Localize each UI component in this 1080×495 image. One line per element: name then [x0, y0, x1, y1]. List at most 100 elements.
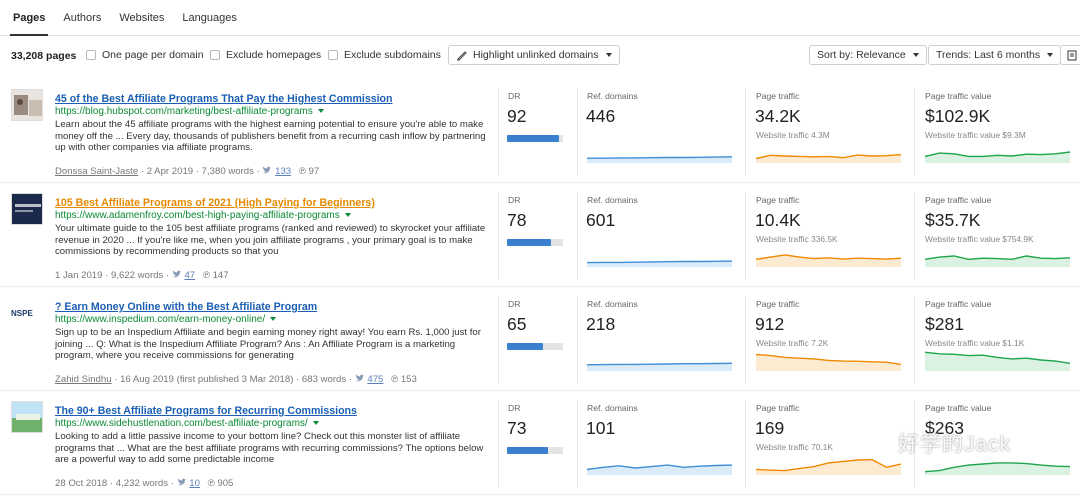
- ref-domains-value[interactable]: 101: [586, 418, 615, 439]
- tweets-count[interactable]: 475: [367, 374, 383, 385]
- meta-text: · 2 Apr 2019 · 7,380 words ·: [138, 166, 263, 177]
- page-traffic-value[interactable]: 912: [755, 314, 784, 335]
- checkbox-box[interactable]: [328, 50, 338, 60]
- page-traffic-value-sparkline: [924, 351, 1071, 371]
- column-divider: [498, 401, 499, 487]
- column-divider: [745, 89, 746, 175]
- exclude-homepages-checkbox[interactable]: Exclude homepages: [210, 49, 321, 61]
- result-url-text[interactable]: https://blog.hubspot.com/marketing/best-…: [55, 106, 313, 117]
- result-title-link[interactable]: 45 of the Best Affiliate Programs That P…: [55, 93, 393, 105]
- result-meta: 1 Jan 2019 · 9,622 words · 47 ℗ 147: [55, 270, 229, 281]
- checkbox-box[interactable]: [210, 50, 220, 60]
- meta-text: 28 Oct 2018 · 4,232 words ·: [55, 478, 177, 489]
- pinterest-icon: ℗: [202, 270, 210, 281]
- pinterest-icon: ℗: [298, 166, 306, 177]
- tab-languages[interactable]: Languages: [173, 0, 245, 35]
- result-url[interactable]: https://blog.hubspot.com/marketing/best-…: [55, 106, 324, 117]
- column-divider: [914, 193, 915, 279]
- tweets-count[interactable]: 133: [275, 166, 291, 177]
- page-traffic-label: Page traffic: [756, 403, 800, 413]
- page-thumbnail[interactable]: NSPE: [11, 297, 43, 329]
- page-thumbnail[interactable]: [11, 401, 43, 433]
- result-title-link[interactable]: 105 Best Affiliate Programs of 2021 (Hig…: [55, 197, 375, 209]
- checkbox-label: One page per domain: [102, 49, 204, 61]
- page-traffic-value[interactable]: 169: [755, 418, 784, 439]
- result-description: Sign up to be an Inspedium Affiliate and…: [55, 327, 481, 361]
- result-url-text[interactable]: https://www.inspedium.com/earn-money-onl…: [55, 314, 265, 325]
- column-divider: [914, 297, 915, 383]
- twitter-icon: [263, 166, 272, 174]
- result-title-link[interactable]: The 90+ Best Affiliate Programs for Recu…: [55, 405, 357, 417]
- column-divider: [498, 297, 499, 383]
- result-description: Your ultimate guide to the 105 best affi…: [55, 223, 486, 257]
- chevron-down-icon[interactable]: [317, 109, 324, 114]
- column-divider: [577, 297, 578, 383]
- column-divider: [745, 193, 746, 279]
- result-url[interactable]: https://www.sidehustlenation.com/best-af…: [55, 418, 319, 429]
- pins-count: 905: [217, 478, 234, 489]
- page-thumbnail[interactable]: [11, 89, 43, 121]
- sparkline-area: [756, 254, 901, 267]
- dr-value: 78: [507, 210, 527, 230]
- page-traffic-label: Page traffic: [756, 195, 800, 205]
- wechat-icon: [862, 433, 888, 452]
- ref-domains-value[interactable]: 446: [586, 106, 615, 127]
- page-traffic-sparkline: [755, 353, 902, 371]
- trends-dropdown[interactable]: Trends: Last 6 months: [928, 45, 1062, 65]
- twitter-icon: [177, 478, 187, 486]
- result-url[interactable]: https://www.inspedium.com/earn-money-onl…: [55, 314, 277, 325]
- author-link[interactable]: Donssa Saint-Jaste: [55, 166, 138, 177]
- page-traffic-value[interactable]: 10.4K: [755, 210, 801, 231]
- dr-label: DR: [508, 403, 521, 413]
- author-link[interactable]: Zahid Sindhu: [55, 374, 112, 385]
- dr-bar: [507, 135, 563, 142]
- result-url-text[interactable]: https://www.sidehustlenation.com/best-af…: [55, 418, 308, 429]
- export-button[interactable]: [1060, 45, 1080, 65]
- tab-websites[interactable]: Websites: [110, 0, 173, 35]
- highlight-unlinked-domains-button[interactable]: Highlight unlinked domains: [448, 45, 620, 65]
- tweets-count[interactable]: 47: [184, 270, 195, 281]
- page-traffic-value-amount[interactable]: $281: [925, 314, 964, 335]
- dr-bar: [507, 239, 563, 246]
- twitter-icon: [355, 374, 365, 382]
- pinterest-icon: ℗: [207, 478, 215, 489]
- ref-domains-value[interactable]: 218: [586, 314, 615, 335]
- sort-dropdown[interactable]: Sort by: Relevance: [809, 45, 927, 65]
- result-row: 45 of the Best Affiliate Programs That P…: [0, 79, 1080, 183]
- ref-domains-label: Ref. domains: [587, 403, 638, 413]
- checkbox-box[interactable]: [86, 50, 96, 60]
- ref-domains-label: Ref. domains: [587, 91, 638, 101]
- exclude-subdomains-checkbox[interactable]: Exclude subdomains: [328, 49, 441, 61]
- result-meta: 28 Oct 2018 · 4,232 words · 10 ℗ 905: [55, 478, 233, 489]
- website-traffic-value: Website traffic value $754.9K: [925, 234, 1034, 244]
- dr-label: DR: [508, 299, 521, 309]
- trends-label: Trends: Last 6 months: [936, 49, 1041, 61]
- page-traffic-value-amount[interactable]: $35.7K: [925, 210, 980, 231]
- pins-count: 147: [212, 270, 229, 281]
- page-traffic-value-amount[interactable]: $102.9K: [925, 106, 990, 127]
- website-traffic: Website traffic 70.1K: [756, 442, 833, 452]
- page-thumbnail[interactable]: [11, 193, 43, 225]
- result-title-link[interactable]: ? Earn Money Online with the Best Affili…: [55, 301, 317, 313]
- page-traffic-value[interactable]: 34.2K: [755, 106, 801, 127]
- tweets-count[interactable]: 10: [189, 478, 200, 489]
- chevron-down-icon[interactable]: [344, 213, 351, 218]
- result-url[interactable]: https://www.adamenfroy.com/best-high-pay…: [55, 210, 351, 221]
- result-url-text[interactable]: https://www.adamenfroy.com/best-high-pay…: [55, 210, 340, 221]
- page-traffic-value-label: Page traffic value: [925, 195, 992, 205]
- page-traffic-value-sparkline: [924, 255, 1071, 267]
- watermark-text: 好学的Jack: [897, 433, 1012, 456]
- checkbox-label: Exclude homepages: [226, 49, 322, 61]
- column-divider: [498, 89, 499, 175]
- sparkline-area: [925, 352, 1070, 371]
- column-divider: [498, 193, 499, 279]
- chevron-down-icon[interactable]: [270, 317, 277, 322]
- chevron-down-icon: [1047, 53, 1054, 57]
- ref-domains-value[interactable]: 601: [586, 210, 615, 231]
- tab-authors[interactable]: Authors: [54, 0, 110, 35]
- tab-pages[interactable]: Pages: [4, 0, 54, 36]
- chevron-down-icon: [912, 53, 919, 57]
- filter-toolbar: 33,208 pages One page per domain Exclude…: [0, 42, 1080, 70]
- one-page-per-domain-checkbox[interactable]: One page per domain: [86, 49, 204, 61]
- chevron-down-icon[interactable]: [312, 421, 319, 426]
